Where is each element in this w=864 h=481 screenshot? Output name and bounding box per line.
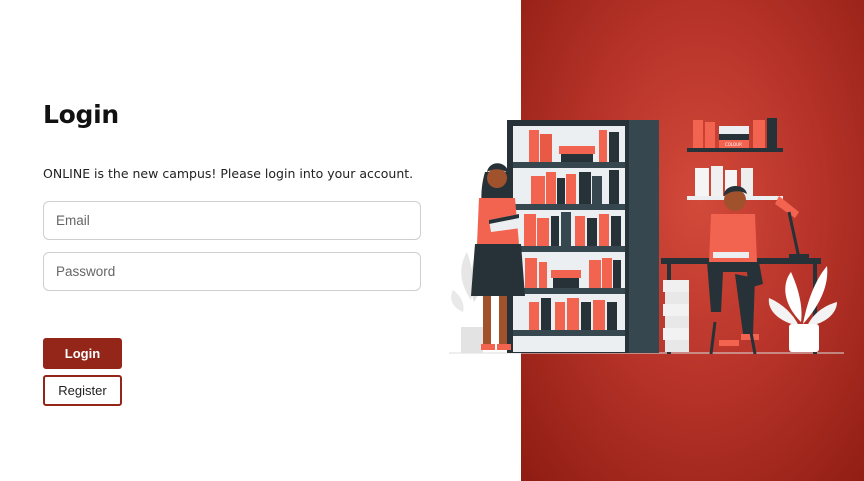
paper-stack [663, 280, 689, 352]
lamp-icon [775, 196, 809, 259]
page-title: Login [43, 100, 119, 129]
book-label: COLOUR [725, 142, 742, 147]
plant-right-icon [768, 266, 837, 352]
man-reading-figure [707, 185, 763, 355]
login-panel: Login ONLINE is the new campus! Please l… [0, 0, 521, 481]
email-field[interactable] [43, 201, 421, 240]
login-subtitle: ONLINE is the new campus! Please login i… [43, 166, 414, 181]
login-button[interactable]: Login [43, 338, 122, 369]
library-illustration: COLOUR [449, 118, 844, 355]
password-field[interactable] [43, 252, 421, 291]
bookshelf [507, 120, 659, 353]
register-button[interactable]: Register [43, 375, 122, 406]
